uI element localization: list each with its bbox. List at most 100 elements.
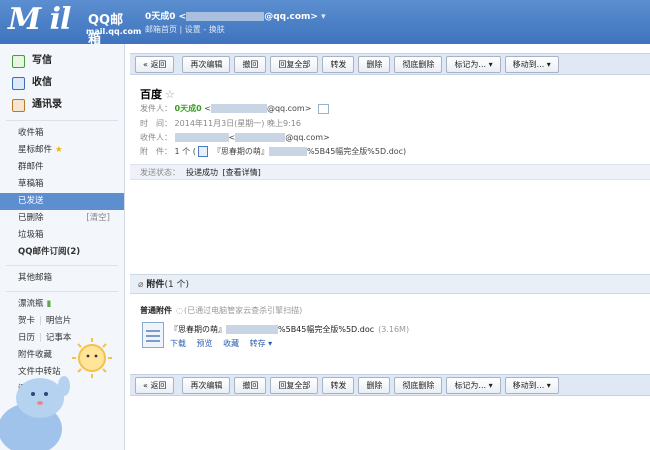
attachment-section-header: ⌀ 附件(1 个) xyxy=(130,274,650,294)
folder-group[interactable]: 群邮件 xyxy=(0,159,124,176)
paperclip-icon: ⌀ xyxy=(138,280,144,290)
drift-bottle[interactable]: 漂流瓶 ▮ xyxy=(0,296,124,313)
preview-link[interactable]: 预览 xyxy=(197,339,213,348)
reedit-button[interactable]: 再次编辑 xyxy=(182,55,231,73)
attachment-actions: 下载 预览 收藏 转存 ▾ xyxy=(170,338,280,349)
folder-deleted[interactable]: 已删除 [清空] xyxy=(0,210,124,227)
recall-button[interactable]: 撤回 xyxy=(234,376,267,394)
sender-email: @qq.com> xyxy=(266,104,312,113)
delete-permanently-button[interactable]: 彻底删除 xyxy=(394,55,443,73)
logo-url: mail.qq.com xyxy=(86,27,142,36)
top-toolbar: « 返回 再次编辑 撤回 回复全部 转发 删除 彻底删除 标记为... ▾ 移动… xyxy=(130,53,650,75)
scan-icon: ◌ xyxy=(176,306,183,315)
folder-starred-label: 星标邮件 xyxy=(18,145,53,155)
clear-deleted-link[interactable]: [清空] xyxy=(86,210,110,227)
redacted-name xyxy=(174,133,229,142)
bottom-toolbar: « 返回 再次编辑 撤回 回复全部 转发 删除 彻底删除 标记为... ▾ 移动… xyxy=(130,374,650,396)
folder-subscriptions[interactable]: QQ邮件订阅(2) xyxy=(0,244,124,261)
back-button[interactable]: « 返回 xyxy=(135,376,175,394)
delete-permanently-button[interactable]: 彻底删除 xyxy=(394,376,443,394)
folder-starred[interactable]: 星标邮件 ★ xyxy=(0,142,124,159)
attachment-header-label: 附件 xyxy=(146,280,165,290)
mascot-illustration xyxy=(0,338,112,450)
star-icon: ★ xyxy=(55,145,63,155)
home-link[interactable]: 邮箱首页 xyxy=(145,25,177,34)
attachment-row: 附 件： 1 个 ( 『思春期の萌』 %5B45幅完全版%5D.doc) xyxy=(140,146,406,157)
reedit-button[interactable]: 再次编辑 xyxy=(182,376,231,394)
logo-mark: M il xyxy=(8,2,71,37)
compose-button[interactable]: 写信 xyxy=(0,50,124,72)
mark-as-dropdown[interactable]: 标记为... ▾ xyxy=(446,55,501,73)
inbox-check-button[interactable]: 收信 xyxy=(0,72,124,94)
settings-link[interactable]: 设置 xyxy=(185,25,201,34)
status-label: 发送状态： xyxy=(140,168,180,177)
save-to-dropdown[interactable]: 转存 ▾ xyxy=(250,339,273,348)
folder-spam[interactable]: 垃圾箱 xyxy=(0,227,124,244)
compose-icon xyxy=(12,54,25,68)
filename-suffix: %5B45幅完全版%5D.doc xyxy=(278,325,375,334)
move-to-dropdown[interactable]: 移动到... ▾ xyxy=(504,376,559,394)
download-link[interactable]: 下载 xyxy=(170,339,186,348)
redacted-filename xyxy=(226,325,278,334)
from-row: 发件人： 0天成0 < @qq.com> xyxy=(140,103,329,114)
doc-file-icon[interactable] xyxy=(142,322,164,348)
collect-link[interactable]: 收藏 xyxy=(223,339,239,348)
attachment-filename[interactable]: 『思春期の萌』 %5B45幅完全版%5D.doc (3.16M) xyxy=(170,324,409,335)
delete-button[interactable]: 删除 xyxy=(358,376,391,394)
back-button[interactable]: « 返回 xyxy=(135,55,175,73)
compose-label: 写信 xyxy=(32,55,52,66)
chevron-down-icon: ▾ xyxy=(321,12,326,22)
folder-drafts[interactable]: 草稿箱 xyxy=(0,176,124,193)
folder-inbox[interactable]: 收件箱 xyxy=(0,125,124,142)
greeting-card-link[interactable]: 贺卡 xyxy=(18,316,35,326)
forward-button[interactable]: 转发 xyxy=(322,376,355,394)
divider xyxy=(6,120,118,121)
attachment-link-prefix[interactable]: 『思春期の萌』 xyxy=(213,147,269,156)
normal-attachment-label: 普通附件 ◌(已通过电脑管家云查杀引擎扫描) xyxy=(140,305,302,316)
qq-mail-logo[interactable]: M il QQ邮箱 mail.qq.com xyxy=(8,2,141,47)
folder-deleted-label: 已删除 xyxy=(18,213,44,223)
move-to-dropdown[interactable]: 移动到... ▾ xyxy=(504,55,559,73)
sidebar: 写信 收信 通讯录 收件箱 星标邮件 ★ 群邮件 草稿箱 已发送 已删除 [清空] … xyxy=(0,44,125,450)
drift-label: 漂流瓶 xyxy=(18,299,44,309)
attachment-size: (3.16M) xyxy=(378,325,410,334)
attachment-link-suffix[interactable]: %5B45幅完全版%5D.doc) xyxy=(307,147,406,156)
to-label: 收件人： xyxy=(140,133,172,142)
postcard-link[interactable]: 明信片 xyxy=(46,316,72,326)
forward-button[interactable]: 转发 xyxy=(322,55,355,73)
star-icon[interactable]: ☆ xyxy=(165,88,175,101)
inbox-icon xyxy=(12,76,25,90)
reply-all-button[interactable]: 回复全部 xyxy=(270,376,319,394)
contact-card-icon[interactable] xyxy=(317,103,329,114)
sender-name[interactable]: 0天成0 xyxy=(175,104,202,113)
reply-all-button[interactable]: 回复全部 xyxy=(270,55,319,73)
divider xyxy=(6,291,118,292)
skin-link[interactable]: 换肤 xyxy=(209,25,225,34)
view-details-link[interactable]: [查看详情] xyxy=(223,168,261,177)
account-name: 0天成0 xyxy=(145,12,176,22)
time-row: 时 间： 2014年11月3日(星期一) 晚上9:16 xyxy=(140,118,301,129)
mark-as-dropdown[interactable]: 标记为... ▾ xyxy=(446,376,501,394)
divider xyxy=(6,265,118,266)
scan-note: (已通过电脑管家云查杀引擎扫描) xyxy=(183,306,303,315)
other-mailbox[interactable]: 其他邮箱 xyxy=(0,270,124,287)
redacted-filename xyxy=(268,147,307,156)
account-switcher[interactable]: 0天成0 < @qq.com> ▾ xyxy=(145,9,326,22)
time-label: 时 间： xyxy=(140,119,172,128)
attachment-type: 普通附件 xyxy=(140,306,172,315)
check-mail-label: 收信 xyxy=(32,77,52,88)
redacted-email xyxy=(235,133,286,142)
delete-button[interactable]: 删除 xyxy=(358,55,391,73)
contacts-button[interactable]: 通讯录 xyxy=(0,94,124,116)
status-value: 投递成功 xyxy=(186,168,218,177)
recipient-email: @qq.com> xyxy=(285,133,330,142)
bottle-icon: ▮ xyxy=(46,299,52,309)
attachment-label: 附 件： xyxy=(140,147,172,156)
to-row: 收件人： < @qq.com> xyxy=(140,133,330,142)
subject-text: 百度 xyxy=(140,88,162,101)
folder-sent[interactable]: 已发送 xyxy=(0,193,124,210)
header-links: 邮箱首页 | 设置 - 换肤 xyxy=(145,25,225,34)
recall-button[interactable]: 撤回 xyxy=(234,55,267,73)
mail-subject: 百度 ☆ xyxy=(140,86,175,102)
from-label: 发件人： xyxy=(140,104,172,113)
